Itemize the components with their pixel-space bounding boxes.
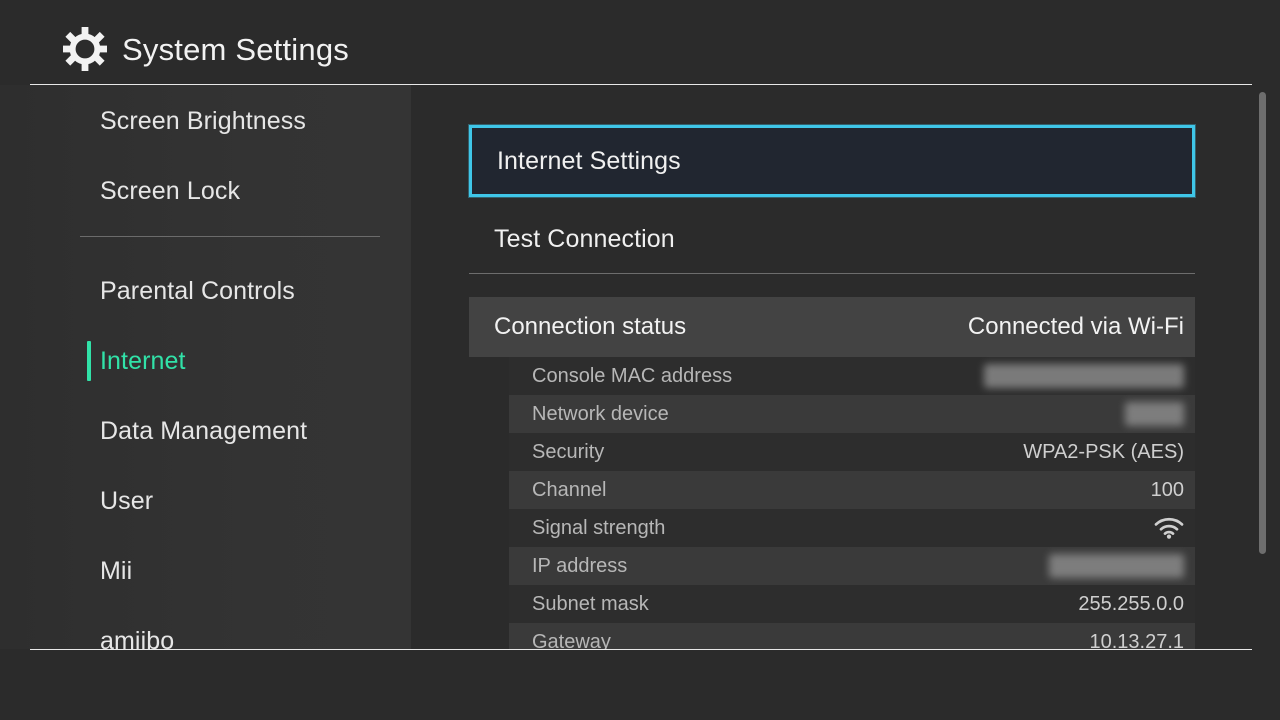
header: System Settings <box>0 0 1280 85</box>
sidebar-item-label: User <box>100 486 154 515</box>
connection-status-row: Connection status Connected via Wi-Fi <box>469 297 1195 357</box>
sidebar-item-label: Data Management <box>100 416 308 445</box>
detail-value: 100 <box>1150 479 1184 501</box>
detail-value-redacted: XX:XX:XX:XX:XX:XX <box>984 364 1184 388</box>
detail-value: WPA2-PSK (AES) <box>1023 441 1184 463</box>
scrollbar-thumb[interactable] <box>1259 92 1266 554</box>
sidebar-item-mii[interactable]: Mii <box>0 547 411 595</box>
sidebar-item-screen-brightness[interactable]: Screen Brightness <box>0 97 411 145</box>
connection-details-list: Console MAC address XX:XX:XX:XX:XX:XX Netw… <box>509 357 1195 649</box>
sidebar-item-label: Mii <box>100 556 133 585</box>
detail-label: Security <box>532 441 605 463</box>
detail-row: Channel 100 <box>509 471 1195 509</box>
wifi-icon <box>1154 517 1184 539</box>
detail-label: Network device <box>532 403 669 425</box>
sidebar-item-label: Screen Brightness <box>100 106 306 135</box>
detail-row: Network device Wi-Fi <box>509 395 1195 433</box>
sidebar-item-data-management[interactable]: Data Management <box>0 407 411 455</box>
page-title: System Settings <box>122 31 349 67</box>
sidebar-divider <box>80 236 380 237</box>
connection-status-label: Connection status <box>494 313 687 340</box>
detail-value: 255.255.0.0 <box>1078 593 1184 615</box>
menu-item-label: Test Connection <box>494 224 675 253</box>
sidebar-item-label: amiibo <box>100 626 175 649</box>
detail-label: Signal strength <box>532 517 666 539</box>
sidebar-item-label: Parental Controls <box>100 276 295 305</box>
detail-row: Subnet mask 255.255.0.0 <box>509 585 1195 623</box>
detail-value-redacted: Wi-Fi <box>1125 402 1184 426</box>
sidebar-item-label: Internet <box>100 346 186 375</box>
detail-row: Security WPA2-PSK (AES) <box>509 433 1195 471</box>
gear-icon <box>63 27 107 71</box>
sidebar-item-user[interactable]: User <box>0 477 411 525</box>
detail-value: 10.13.27.1 <box>1089 631 1184 649</box>
detail-value-redacted: XX.XX.XX.XX <box>1048 554 1184 578</box>
sidebar-item-amiibo[interactable]: amiibo <box>0 617 411 649</box>
detail-row: Gateway 10.13.27.1 <box>509 623 1195 649</box>
detail-row: IP address XX.XX.XX.XX <box>509 547 1195 585</box>
sidebar-item-screen-lock[interactable]: Screen Lock <box>0 167 411 215</box>
sidebar-active-indicator <box>87 341 91 381</box>
menu-item-label: Internet Settings <box>497 146 681 175</box>
sidebar-item-parental-controls[interactable]: Parental Controls <box>0 267 411 315</box>
detail-label: Subnet mask <box>532 593 649 615</box>
detail-label: Channel <box>532 479 607 501</box>
connection-status-value: Connected via Wi-Fi <box>967 313 1184 340</box>
detail-row: Console MAC address XX:XX:XX:XX:XX:XX <box>509 357 1195 395</box>
sidebar-item-label: Screen Lock <box>100 176 241 205</box>
detail-row: Signal strength <box>509 509 1195 547</box>
menu-item-internet-settings[interactable]: Internet Settings <box>469 125 1195 197</box>
menu-divider <box>469 273 1195 274</box>
system-settings-screen: System Settings Screen Brightness Screen … <box>0 0 1280 720</box>
detail-label: Console MAC address <box>532 365 733 387</box>
detail-label: IP address <box>532 555 628 577</box>
sidebar: Screen Brightness Screen Lock Parental Con… <box>0 85 411 649</box>
main-content: Internet Settings Test Connection Connect… <box>411 85 1280 649</box>
sidebar-item-internet[interactable]: Internet <box>0 337 411 385</box>
detail-label: Gateway <box>532 631 611 649</box>
header-title-group: System Settings <box>62 26 349 72</box>
menu-item-test-connection[interactable]: Test Connection <box>469 203 1195 275</box>
footer: BBackAOK <box>0 650 1280 720</box>
